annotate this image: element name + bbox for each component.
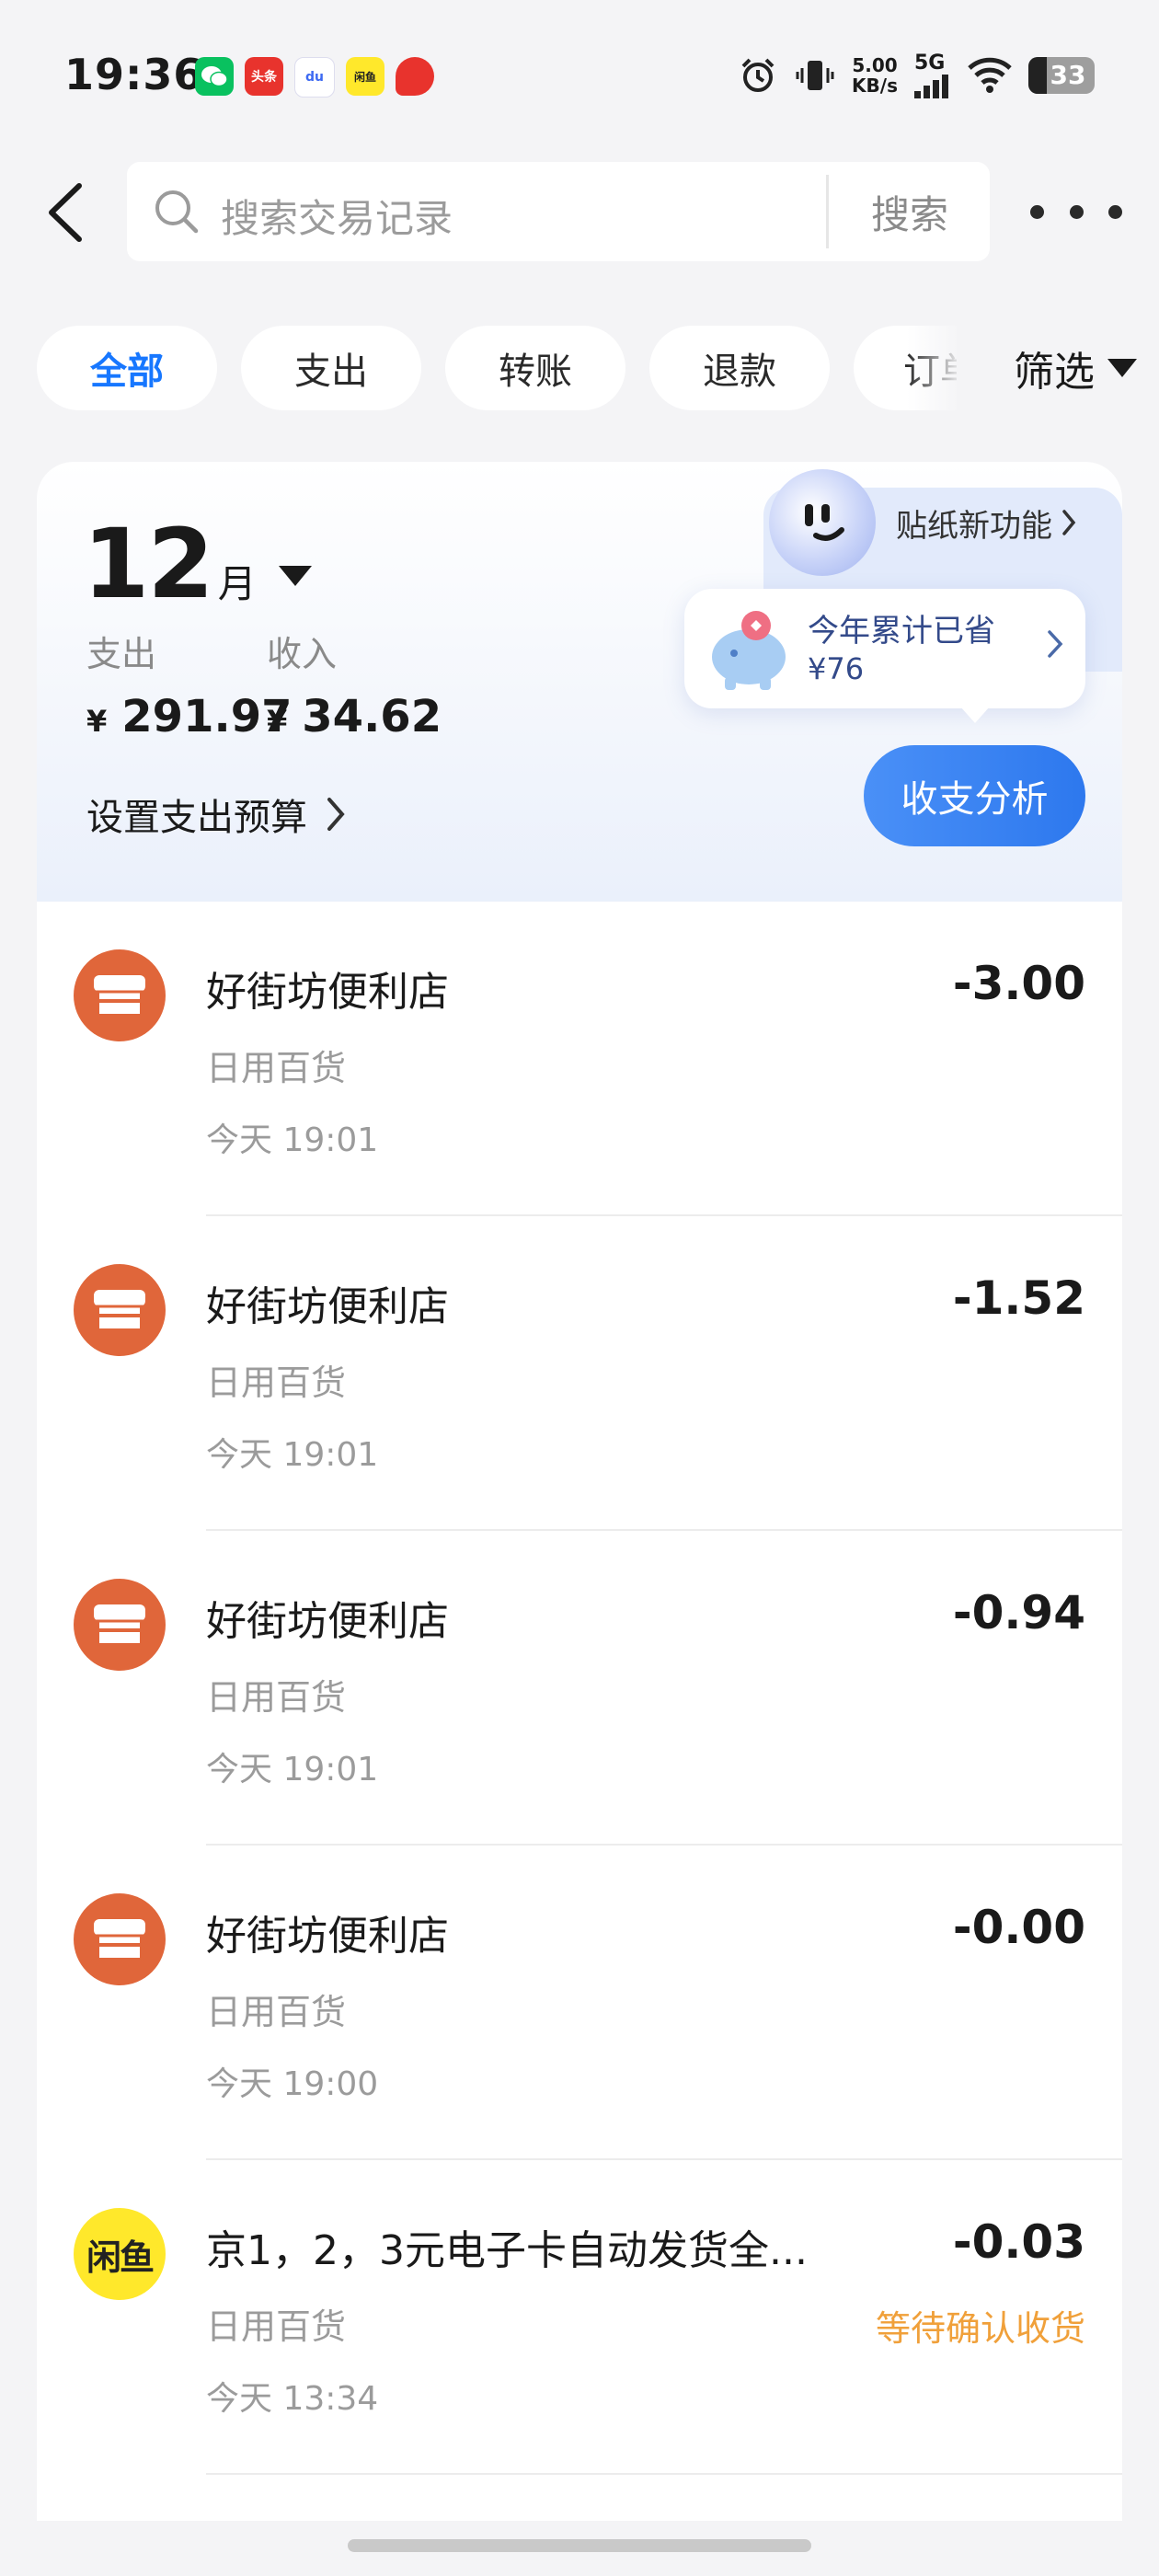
filter-tabs: 全部 支出 转账 退款 订单 <box>37 326 957 410</box>
income-amount: ¥34.62 <box>267 691 442 742</box>
month-unit: 月 <box>217 561 257 606</box>
transaction-time: 今天 13:34 <box>206 2380 379 2418</box>
transaction-amount: -0.94 <box>952 1586 1085 1639</box>
filter-label: 筛选 <box>1014 349 1095 396</box>
transaction-row[interactable]: 闲鱼 京1，2，3元电子卡自动发货全... 日用百货 今天 13:34 -0.0… <box>37 2160 1122 2475</box>
status-bar: 19:36 头条 du 闲鱼 5.00 KB/s 5G 33 <box>0 0 1159 147</box>
filter-button[interactable]: 筛选 <box>907 326 1137 410</box>
income-stat: 收入 ¥34.62 <box>267 626 442 742</box>
sticker-feature-link[interactable]: 贴纸新功能 <box>769 469 1076 576</box>
system-icons: 5.00 KB/s 5G 33 <box>738 52 1095 98</box>
savings-amount: ¥76 <box>808 651 865 686</box>
battery-icon: 33 <box>1028 56 1095 94</box>
transaction-row[interactable]: 好街坊便利店 日用百货 今天 19:01 -1.52 <box>37 1216 1122 1531</box>
transaction-category: 日用百货 <box>206 1992 347 2032</box>
transaction-name: 京1，2，3元电子卡自动发货全... <box>206 2227 808 2274</box>
row-divider <box>206 2473 1122 2475</box>
search-icon <box>155 190 199 234</box>
income-label: 收入 <box>267 634 338 674</box>
chevron-right-icon <box>1048 630 1063 658</box>
set-budget-link[interactable]: 设置支出预算 <box>86 788 346 841</box>
transaction-row[interactable]: 好街坊便利店 日用百货 今天 19:01 -0.94 <box>37 1531 1122 1846</box>
transaction-time: 今天 19:01 <box>206 1751 379 1788</box>
caret-down-icon <box>278 566 312 586</box>
sticker-label-wrap: 贴纸新功能 <box>896 500 1076 546</box>
wifi-icon <box>968 57 1012 93</box>
transaction-time: 今天 19:01 <box>206 1121 379 1159</box>
net-speed: 5.00 KB/s <box>852 55 898 96</box>
budget-label: 设置支出预算 <box>86 797 307 839</box>
baidu-notif-icon: du <box>294 57 335 98</box>
battery-level: 33 <box>1050 60 1086 90</box>
more-options-icon[interactable] <box>1030 191 1122 232</box>
transaction-time: 今天 19:00 <box>206 2065 379 2103</box>
xianyu-notif-icon: 闲鱼 <box>346 57 384 96</box>
month-selector[interactable]: 12 月 <box>83 508 312 620</box>
home-indicator[interactable] <box>348 2539 811 2552</box>
savings-bubble[interactable]: 今年累计已省 ¥76 <box>684 589 1085 723</box>
transaction-time: 今天 19:01 <box>206 1436 379 1474</box>
tab-refund[interactable]: 退款 <box>649 326 830 410</box>
store-icon <box>74 1893 166 1985</box>
transaction-category: 日用百货 <box>206 1677 347 1718</box>
transaction-list: 好街坊便利店 日用百货 今天 19:01 -3.00 好街坊便利店 日用百货 今… <box>37 902 1122 2521</box>
caret-down-icon <box>1107 359 1137 377</box>
store-icon <box>74 1579 166 1671</box>
savings-title: 今年累计已省 <box>808 613 995 650</box>
back-button[interactable] <box>37 180 92 245</box>
transaction-name: 好街坊便利店 <box>206 969 449 1016</box>
search-box[interactable]: 搜索交易记录 搜索 <box>127 162 990 261</box>
tab-transfer[interactable]: 转账 <box>445 326 625 410</box>
transaction-status: 等待确认收货 <box>875 2308 1085 2349</box>
transaction-category: 日用百货 <box>206 1363 347 1403</box>
transaction-category: 日用百货 <box>206 1048 347 1088</box>
transaction-name: 好街坊便利店 <box>206 1598 449 1645</box>
sticker-label: 贴纸新功能 <box>896 507 1052 545</box>
search-input[interactable]: 搜索交易记录 <box>221 188 453 244</box>
toutiao-notif-icon: 头条 <box>245 57 283 96</box>
month-number: 12 <box>83 508 214 620</box>
income-expense-analysis-button[interactable]: 收支分析 <box>864 745 1085 846</box>
store-icon <box>74 949 166 1041</box>
vibrate-icon <box>796 60 834 90</box>
net-speed-value: 5.00 <box>852 53 898 76</box>
tab-all[interactable]: 全部 <box>37 326 217 410</box>
store-icon <box>74 1264 166 1356</box>
cell-signal-icon: 5G <box>914 52 951 98</box>
transaction-row[interactable]: 好街坊便利店 日用百货 今天 19:01 -3.00 <box>37 902 1122 1216</box>
search-button[interactable]: 搜索 <box>830 162 990 261</box>
expense-amount: ¥291.97 <box>86 691 293 742</box>
transaction-category: 日用百货 <box>206 2306 347 2347</box>
transaction-row[interactable]: 好街坊便利店 日用百货 今天 19:00 -0.00 <box>37 1846 1122 2160</box>
app-notif-icon <box>396 57 434 96</box>
chevron-right-icon <box>327 798 345 831</box>
network-type: 5G <box>914 52 946 75</box>
net-speed-unit: KB/s <box>852 74 898 97</box>
transaction-name: 好街坊便利店 <box>206 1913 449 1960</box>
transaction-amount: -3.00 <box>952 957 1085 1010</box>
tab-expense[interactable]: 支出 <box>241 326 421 410</box>
sticker-face-icon <box>769 469 876 576</box>
expense-label: 支出 <box>86 634 157 674</box>
xianyu-icon: 闲鱼 <box>74 2208 166 2300</box>
transaction-amount: -0.00 <box>952 1901 1085 1954</box>
search-divider <box>826 175 829 248</box>
wechat-notif-icon <box>195 57 234 96</box>
notification-icons: 头条 du 闲鱼 <box>195 57 434 98</box>
expense-stat: 支出 ¥291.97 <box>86 626 293 742</box>
chevron-left-icon <box>49 183 82 242</box>
piggy-bank-icon <box>712 611 786 690</box>
alarm-icon <box>741 58 775 92</box>
transaction-amount: -0.03 <box>952 2215 1085 2269</box>
status-time: 19:36 <box>64 50 204 99</box>
transaction-name: 好街坊便利店 <box>206 1283 449 1330</box>
chevron-right-icon <box>1062 510 1076 535</box>
transaction-amount: -1.52 <box>952 1271 1085 1325</box>
